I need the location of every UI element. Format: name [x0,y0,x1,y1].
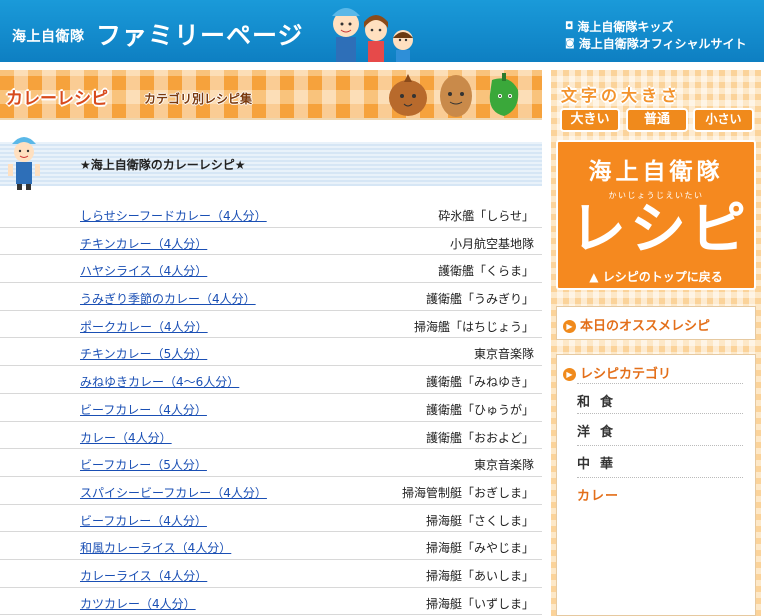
category-chuka[interactable]: 中華 [577,445,743,475]
recipe-link[interactable]: カレーライス（4人分） [80,567,207,584]
recipe-link[interactable]: スパイシービーフカレー（4人分） [80,484,267,501]
category-yoshoku[interactable]: 洋食 [577,413,743,443]
recipe-source: 護衛艦「おおよど」 [425,430,534,445]
link-jmsdf-kids-label: 海上自衛隊キッズ [577,20,674,34]
recipe-link[interactable]: チキンカレー（5人分） [80,345,207,362]
recipe-category-panel: ▶ レシピカテゴリ 和食 洋食 中華 カレー [556,354,756,616]
external-window-icon: ◙ [565,38,575,49]
recipe-source: 掃海艇「みやじま」 [425,541,534,556]
recipe-source: 護衛艦「くらま」 [437,264,534,279]
recipe-home-banner[interactable]: 海上自衛隊 かいじょうじえいたい レシピ ▲ レシピのトップに戻る [556,140,756,290]
list-item: みねゆきカレー（4〜6人分） 護衛艦「みねゆき」 [0,366,542,394]
vegetables-illustration [389,73,519,117]
recipe-link[interactable]: カレー（4人分） [80,429,172,446]
sidebar: 文字の大きさ 大きい 普通 小さい 海上自衛隊 かいじょうじえいたい レシピ ▲… [551,70,761,616]
recipe-source: 小月航空基地隊 [449,236,534,251]
recipe-category-label: レシピカテゴリ [580,367,672,382]
list-item: ビーフカレー（4人分） 護衛艦「ひゅうが」 [0,394,542,422]
site-header: 海上自衛隊 ファミリーページ ◘ 海上自衛隊キッズ ◙ 海上自衛隊オフィシャルサ… [0,0,764,62]
recipe-category-heading: ▶ レシピカテゴリ [563,363,671,382]
list-item: カレーライス（4人分） 掃海艇「あいしま」 [0,560,542,588]
recipe-link[interactable]: ビーフカレー（4人分） [80,512,207,529]
recipe-link[interactable]: みねゆきカレー（4〜6人分） [80,373,239,390]
recipe-source: 砕氷艦「しらせ」 [438,209,534,223]
list-item: ポークカレー（4人分） 掃海艦「はちじょう」 [0,311,542,339]
recipe-link[interactable]: カツカレー（4人分） [80,595,196,612]
recipe-source: 掃海艇「いずしま」 [425,596,534,611]
font-size-large-button[interactable]: 大きい [560,108,620,132]
list-item: うみぎり季節のカレー（4人分） 護衛艦「うみぎり」 [0,283,542,311]
list-item: しらせシーフードカレー（4人分） 砕氷艦「しらせ」 [0,200,542,228]
recipe-source: 護衛艦「ひゅうが」 [425,402,534,417]
recipe-source: 掃海艦「はちじょう」 [413,319,534,334]
list-item: ビーフカレー（5人分） 東京音楽隊 [0,449,542,477]
category-subtitle: カテゴリ別レシピ集 [144,92,253,106]
category-curry[interactable]: カレー [577,477,743,507]
header-links: ◘ 海上自衛隊キッズ ◙ 海上自衛隊オフィシャルサイト [565,18,746,52]
recipe-source: 護衛艦「みねゆき」 [425,375,534,390]
recipe-source: 東京音楽隊 [473,347,534,362]
section-title: ★海上自衛隊のカレーレシピ★ [80,158,246,172]
recipe-link[interactable]: しらせシーフードカレー（4人分） [80,207,267,224]
list-item: チキンカレー（4人分） 小月航空基地隊 [0,228,542,256]
recipe-banner-title: 海上自衛隊 [588,159,724,185]
font-size-small-button[interactable]: 小さい [693,108,754,132]
recipe-source: 護衛艦「うみぎり」 [425,292,534,307]
link-jmsdf-official-label: 海上自衛隊オフィシャルサイト [578,37,747,51]
list-item: ビーフカレー（4人分） 掃海艇「さくしま」 [0,505,542,533]
list-item: カツカレー（4人分） 掃海艇「いずしま」 [0,588,542,616]
recipe-link[interactable]: うみぎり季節のカレー（4人分） [80,290,256,307]
todays-recommend-panel: ▶ 本日のオススメレシピ [556,306,756,340]
sailor-mascot-illustration [8,137,40,190]
recipe-link[interactable]: 和風カレーライス（4人分） [80,539,231,556]
arrow-bullet-icon: ▶ [563,368,576,381]
window-icon: ◘ [565,21,574,32]
arrow-bullet-icon: ▶ [563,320,576,333]
back-to-recipe-top-link[interactable]: ▲ レシピのトップに戻る [558,268,754,285]
recipe-source: 掃海艇「あいしま」 [425,568,534,583]
list-item: チキンカレー（5人分） 東京音楽隊 [0,338,542,367]
brand-jmsdf[interactable]: 海上自衛隊 [12,26,85,46]
recipe-link[interactable]: ハヤシライス（4人分） [80,262,207,279]
recipe-source: 掃海管制艇「おぎしま」 [401,485,534,500]
list-item: カレー（4人分） 護衛艦「おおよど」 [0,422,542,450]
list-item: 和風カレーライス（4人分） 掃海艇「みやじま」 [0,532,542,560]
brand-family-page[interactable]: ファミリーページ [96,16,304,52]
link-jmsdf-official[interactable]: ◙ 海上自衛隊オフィシャルサイト [565,35,746,52]
todays-recommend-label: 本日のオススメレシピ [580,319,711,334]
recipe-link[interactable]: ポークカレー（4人分） [80,318,208,335]
recipe-banner-logo-text: レシピ [570,197,750,262]
recipe-link[interactable]: ビーフカレー（5人分） [80,456,207,473]
family-characters-illustration [332,8,413,62]
recipe-link[interactable]: ビーフカレー（4人分） [80,401,207,418]
font-size-normal-button[interactable]: 普通 [626,108,688,132]
category-washoku[interactable]: 和食 [577,383,743,413]
link-jmsdf-kids[interactable]: ◘ 海上自衛隊キッズ [565,18,746,35]
category-banner: カレーレシピ カテゴリ別レシピ集 [0,70,542,120]
recipe-link[interactable]: チキンカレー（4人分） [80,235,207,252]
recipe-source: 掃海艇「さくしま」 [425,513,534,528]
list-item: スパイシービーフカレー（4人分） 掃海管制艇「おぎしま」 [0,477,542,505]
list-item: ハヤシライス（4人分） 護衛艦「くらま」 [0,255,542,284]
recipe-list: しらせシーフードカレー（4人分） 砕氷艦「しらせ」 チキンカレー（4人分） 小月航空… [0,200,542,616]
recipe-source: 東京音楽隊 [473,458,534,473]
font-size-label: 文字の大きさ [561,86,682,105]
todays-recommend-link[interactable]: ▶ 本日のオススメレシピ [563,315,710,334]
category-title: カレーレシピ [6,89,108,109]
